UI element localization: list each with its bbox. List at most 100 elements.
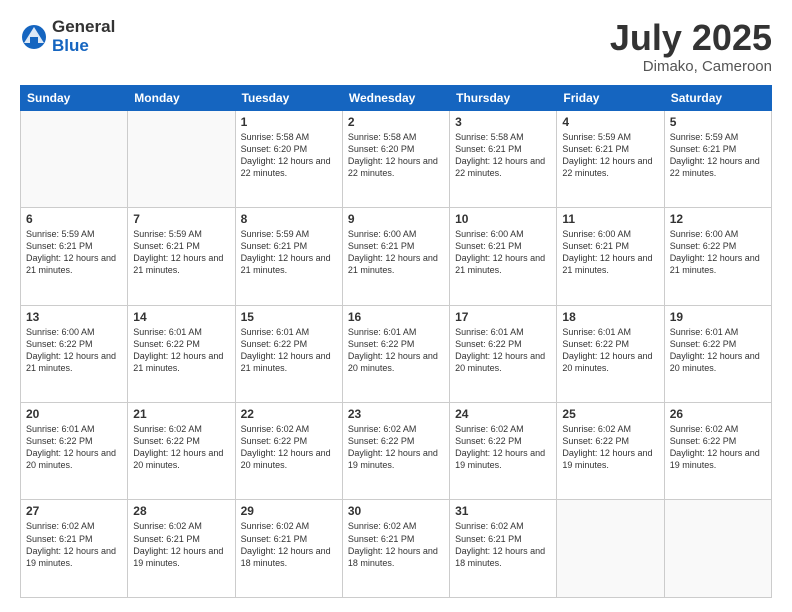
day-number: 12: [670, 212, 766, 226]
day-info: Sunrise: 5:59 AM Sunset: 6:21 PM Dayligh…: [670, 131, 766, 180]
weekday-header-monday: Monday: [128, 85, 235, 110]
calendar-cell: 21 Sunrise: 6:02 AM Sunset: 6:22 PM Dayli…: [128, 403, 235, 500]
day-info: Sunrise: 6:02 AM Sunset: 6:21 PM Dayligh…: [26, 520, 122, 569]
calendar-cell: 28Sunrise: 6:02 AM Sunset: 6:21 PM Dayli…: [128, 500, 235, 598]
day-info: Sunrise: 6:02 AM Sunset: 6:22 PM Dayligh…: [670, 423, 766, 472]
calendar-cell: 23 Sunrise: 6:02 AM Sunset: 6:22 PM Dayli…: [342, 403, 449, 500]
day-number: 13: [26, 310, 122, 324]
day-info: Sunrise: 6:01 AM Sunset: 6:22 PM Dayligh…: [348, 326, 444, 375]
calendar-cell: 31 Sunrise: 6:02 AM Sunset: 6:21 PM Dayli…: [450, 500, 557, 598]
day-number: 28: [133, 504, 229, 518]
day-number: 18: [562, 310, 658, 324]
day-info: Sunrise: 6:00 AM Sunset: 6:21 PM Dayligh…: [348, 228, 444, 277]
calendar-cell: 4 Sunrise: 5:59 AM Sunset: 6:21 PM Daylig…: [557, 110, 664, 207]
day-info: Sunrise: 6:00 AM Sunset: 6:22 PM Dayligh…: [26, 326, 122, 375]
day-info: Sunrise: 6:01 AM Sunset: 6:22 PM Dayligh…: [133, 326, 229, 375]
header: General Blue July 2025 Dimako, Cameroon: [20, 18, 772, 75]
logo-general-text: General: [52, 18, 115, 37]
day-number: 16: [348, 310, 444, 324]
day-info: Sunrise: 6:02 AM Sunset: 6:21 PM Dayligh…: [348, 520, 444, 569]
weekday-header-thursday: Thursday: [450, 85, 557, 110]
day-number: 27: [26, 504, 122, 518]
calendar-week-3: 13 Sunrise: 6:00 AM Sunset: 6:22 PM Dayli…: [21, 305, 772, 402]
day-number: 3: [455, 115, 551, 129]
day-info: Sunrise: 6:01 AM Sunset: 6:22 PM Dayligh…: [26, 423, 122, 472]
calendar-cell: 13 Sunrise: 6:00 AM Sunset: 6:22 PM Dayli…: [21, 305, 128, 402]
day-number: 14: [133, 310, 229, 324]
day-info: Sunrise: 5:59 AM Sunset: 6:21 PM Dayligh…: [133, 228, 229, 277]
day-info: Sunrise: 6:01 AM Sunset: 6:22 PM Dayligh…: [241, 326, 337, 375]
weekday-header-tuesday: Tuesday: [235, 85, 342, 110]
day-number: 19: [670, 310, 766, 324]
logo-blue-text: Blue: [52, 37, 115, 56]
day-info: Sunrise: 5:58 AM Sunset: 6:21 PM Dayligh…: [455, 131, 551, 180]
calendar-header-row: SundayMondayTuesdayWednesdayThursdayFrid…: [21, 85, 772, 110]
day-number: 24: [455, 407, 551, 421]
day-info: Sunrise: 6:02 AM Sunset: 6:22 PM Dayligh…: [562, 423, 658, 472]
calendar-cell: 20 Sunrise: 6:01 AM Sunset: 6:22 PM Dayli…: [21, 403, 128, 500]
calendar-cell: 15 Sunrise: 6:01 AM Sunset: 6:22 PM Dayli…: [235, 305, 342, 402]
weekday-header-sunday: Sunday: [21, 85, 128, 110]
day-number: 26: [670, 407, 766, 421]
day-number: 5: [670, 115, 766, 129]
day-info: Sunrise: 6:01 AM Sunset: 6:22 PM Dayligh…: [670, 326, 766, 375]
title-location: Dimako, Cameroon: [610, 58, 772, 75]
calendar-cell: [21, 110, 128, 207]
calendar-cell: [557, 500, 664, 598]
day-number: 31: [455, 504, 551, 518]
calendar-cell: 6Sunrise: 5:59 AM Sunset: 6:21 PM Daylig…: [21, 208, 128, 305]
calendar-cell: 10Sunrise: 6:00 AM Sunset: 6:21 PM Dayli…: [450, 208, 557, 305]
calendar-week-1: 1 Sunrise: 5:58 AM Sunset: 6:20 PM Daylig…: [21, 110, 772, 207]
calendar-cell: 22 Sunrise: 6:02 AM Sunset: 6:22 PM Dayli…: [235, 403, 342, 500]
calendar-cell: 2Sunrise: 5:58 AM Sunset: 6:20 PM Daylig…: [342, 110, 449, 207]
day-info: Sunrise: 6:02 AM Sunset: 6:22 PM Dayligh…: [348, 423, 444, 472]
calendar-week-4: 20 Sunrise: 6:01 AM Sunset: 6:22 PM Dayli…: [21, 403, 772, 500]
day-info: Sunrise: 6:02 AM Sunset: 6:22 PM Dayligh…: [133, 423, 229, 472]
day-info: Sunrise: 5:59 AM Sunset: 6:21 PM Dayligh…: [562, 131, 658, 180]
calendar-cell: 30 Sunrise: 6:02 AM Sunset: 6:21 PM Dayli…: [342, 500, 449, 598]
day-info: Sunrise: 5:59 AM Sunset: 6:21 PM Dayligh…: [26, 228, 122, 277]
day-number: 25: [562, 407, 658, 421]
logo: General Blue: [20, 18, 115, 55]
calendar-cell: 17 Sunrise: 6:01 AM Sunset: 6:22 PM Dayli…: [450, 305, 557, 402]
day-info: Sunrise: 6:01 AM Sunset: 6:22 PM Dayligh…: [562, 326, 658, 375]
calendar-cell: 19 Sunrise: 6:01 AM Sunset: 6:22 PM Dayli…: [664, 305, 771, 402]
day-number: 4: [562, 115, 658, 129]
day-number: 1: [241, 115, 337, 129]
day-number: 9: [348, 212, 444, 226]
calendar-cell: 11Sunrise: 6:00 AM Sunset: 6:21 PM Dayli…: [557, 208, 664, 305]
logo-icon: [20, 23, 48, 51]
calendar-cell: 3 Sunrise: 5:58 AM Sunset: 6:21 PM Daylig…: [450, 110, 557, 207]
day-number: 30: [348, 504, 444, 518]
day-info: Sunrise: 6:02 AM Sunset: 6:21 PM Dayligh…: [455, 520, 551, 569]
day-number: 11: [562, 212, 658, 226]
calendar-cell: 27 Sunrise: 6:02 AM Sunset: 6:21 PM Dayli…: [21, 500, 128, 598]
calendar-cell: 5 Sunrise: 5:59 AM Sunset: 6:21 PM Daylig…: [664, 110, 771, 207]
day-info: Sunrise: 5:58 AM Sunset: 6:20 PM Dayligh…: [241, 131, 337, 180]
day-number: 15: [241, 310, 337, 324]
day-info: Sunrise: 5:58 AM Sunset: 6:20 PM Dayligh…: [348, 131, 444, 180]
title-month: July 2025: [610, 18, 772, 58]
page: General Blue July 2025 Dimako, Cameroon …: [0, 0, 792, 612]
calendar-cell: 26 Sunrise: 6:02 AM Sunset: 6:22 PM Dayli…: [664, 403, 771, 500]
calendar-cell: 8Sunrise: 5:59 AM Sunset: 6:21 PM Daylig…: [235, 208, 342, 305]
calendar-cell: 16 Sunrise: 6:01 AM Sunset: 6:22 PM Dayli…: [342, 305, 449, 402]
day-number: 20: [26, 407, 122, 421]
day-number: 7: [133, 212, 229, 226]
day-number: 21: [133, 407, 229, 421]
logo-text: General Blue: [52, 18, 115, 55]
calendar-cell: 29Sunrise: 6:02 AM Sunset: 6:21 PM Dayli…: [235, 500, 342, 598]
calendar-cell: [664, 500, 771, 598]
day-info: Sunrise: 6:02 AM Sunset: 6:22 PM Dayligh…: [241, 423, 337, 472]
day-info: Sunrise: 6:02 AM Sunset: 6:21 PM Dayligh…: [241, 520, 337, 569]
weekday-header-saturday: Saturday: [664, 85, 771, 110]
day-number: 23: [348, 407, 444, 421]
day-info: Sunrise: 6:01 AM Sunset: 6:22 PM Dayligh…: [455, 326, 551, 375]
calendar-cell: 1 Sunrise: 5:58 AM Sunset: 6:20 PM Daylig…: [235, 110, 342, 207]
day-number: 22: [241, 407, 337, 421]
day-number: 17: [455, 310, 551, 324]
calendar-week-2: 6Sunrise: 5:59 AM Sunset: 6:21 PM Daylig…: [21, 208, 772, 305]
day-info: Sunrise: 6:00 AM Sunset: 6:22 PM Dayligh…: [670, 228, 766, 277]
day-number: 10: [455, 212, 551, 226]
day-number: 8: [241, 212, 337, 226]
